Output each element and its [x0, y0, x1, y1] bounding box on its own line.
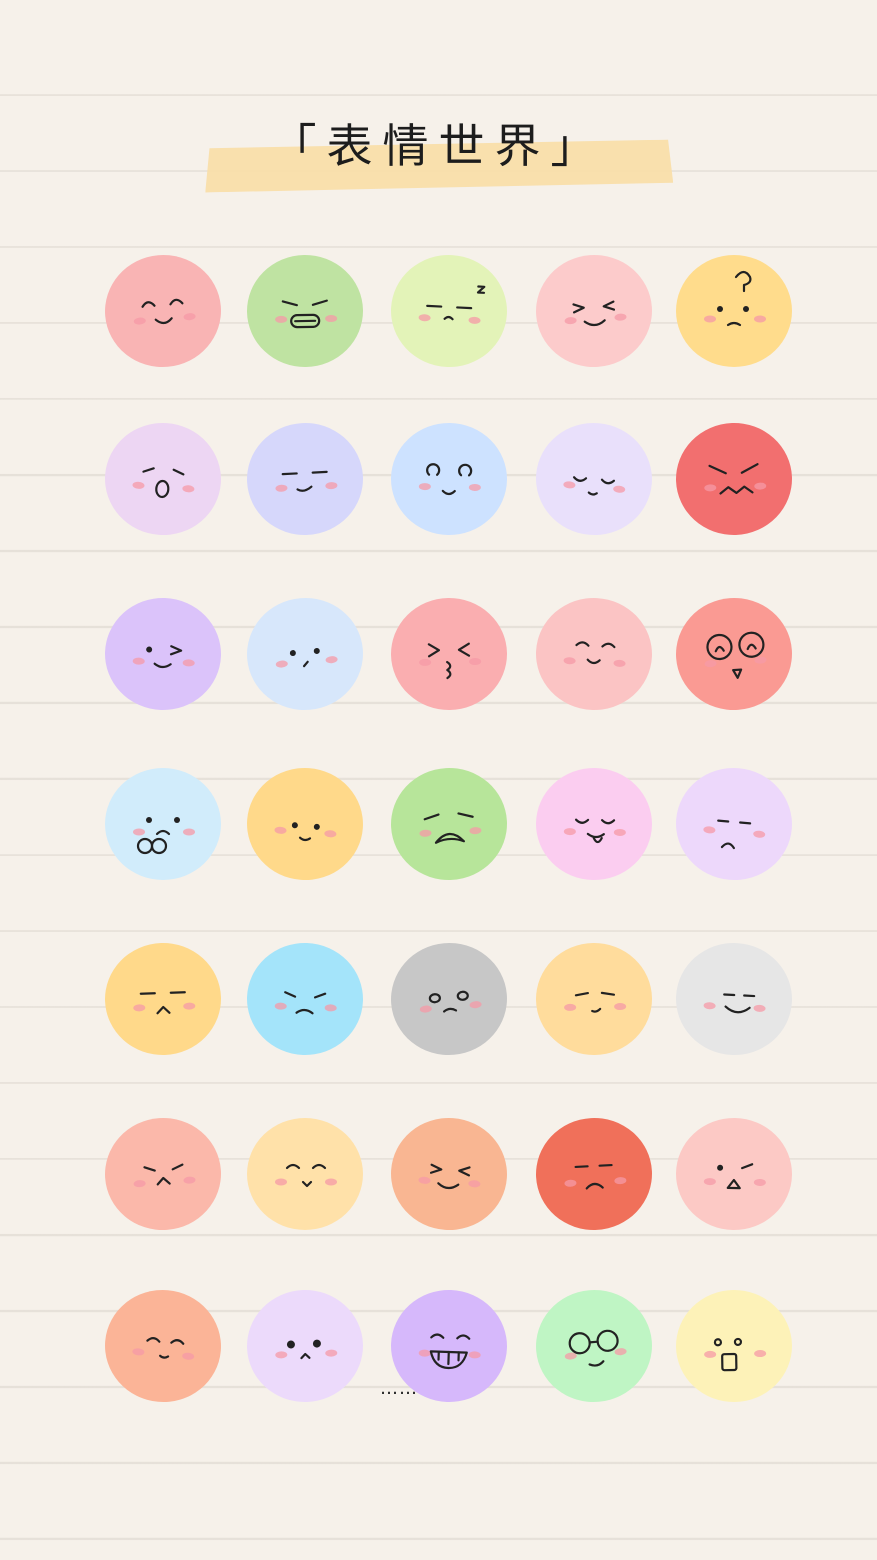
emoji-face-icon — [419, 812, 482, 844]
emoji-sticker — [675, 1288, 793, 1404]
emoji-sticker — [390, 596, 508, 712]
emoji-face-icon — [704, 463, 767, 495]
emoji-face-icon — [704, 1337, 767, 1372]
emoji-sticker — [672, 594, 796, 714]
emoji-sticker — [243, 764, 367, 884]
emoji-sticker — [100, 250, 226, 372]
emoji-sticker — [533, 1115, 655, 1233]
emoji-sticker — [535, 766, 653, 882]
emoji-face-icon — [418, 285, 486, 324]
trailing-dots: …… — [380, 1378, 418, 1399]
emoji-sticker — [386, 938, 512, 1060]
emoji-sticker — [103, 941, 223, 1057]
emoji-sticker — [101, 1114, 225, 1234]
emoji-sticker — [673, 940, 795, 1058]
emoji-sticker — [245, 941, 365, 1057]
emoji-face-icon — [132, 645, 195, 669]
emoji-sticker — [531, 418, 657, 540]
emoji-face-icon — [564, 1163, 627, 1190]
emoji-sticker — [247, 1118, 363, 1230]
emoji-sticker — [531, 1285, 657, 1407]
emoji-face-icon — [275, 1163, 337, 1188]
emoji-face-icon — [132, 467, 195, 499]
emoji-face-icon — [418, 463, 481, 496]
emoji-sticker — [388, 765, 510, 883]
emoji-face-icon — [133, 991, 196, 1015]
emoji-sticker — [245, 1288, 365, 1404]
emoji-face-icon — [274, 991, 337, 1015]
emoji-sticker — [244, 420, 366, 538]
emoji-face-icon — [564, 300, 627, 327]
emoji-sticker — [246, 253, 364, 369]
emoji-face-icon — [563, 641, 626, 667]
emoji-face-icon — [418, 1163, 481, 1190]
emoji-face-icon — [703, 993, 766, 1014]
emoji-sticker — [105, 768, 221, 880]
emoji-face-icon — [563, 818, 626, 844]
emoji-face-icon — [563, 476, 626, 496]
emoji-sticker — [390, 421, 508, 537]
emoji-face-icon — [275, 470, 338, 492]
emoji-face-icon — [419, 642, 482, 680]
emoji-face-icon — [703, 819, 766, 850]
emoji-face-icon — [704, 270, 766, 327]
emoji-face-icon — [132, 1337, 195, 1360]
emoji-sticker — [675, 1116, 793, 1232]
emoji-face-icon — [133, 817, 195, 855]
emoji-face-icon — [275, 299, 338, 329]
emoji-face-icon — [275, 1339, 338, 1360]
emoji-sticker — [103, 596, 223, 712]
emoji-sticker — [101, 419, 225, 539]
emoji-sticker — [535, 941, 653, 1057]
emoji-face-icon — [564, 991, 627, 1013]
emoji-face-icon — [133, 1163, 196, 1188]
emoji-face-icon — [703, 1163, 766, 1190]
emoji-sticker — [532, 251, 656, 371]
emoji-sticker — [674, 421, 794, 537]
emoji-face-icon — [704, 631, 767, 679]
emoji-sticker — [533, 595, 655, 713]
emoji-grid — [0, 0, 877, 1560]
emoji-sticker — [387, 1114, 511, 1234]
emoji-sticker — [388, 252, 510, 370]
emoji-face-icon — [564, 1329, 627, 1367]
emoji-face-icon — [133, 298, 196, 325]
emoji-face-icon — [274, 822, 337, 842]
emoji-face-icon — [419, 990, 482, 1013]
emoji-face-icon — [275, 647, 338, 668]
emoji-sticker — [676, 255, 792, 367]
emoji-sticker — [100, 1285, 226, 1407]
emoji-sticker — [242, 593, 368, 715]
emoji-sticker — [671, 763, 797, 885]
